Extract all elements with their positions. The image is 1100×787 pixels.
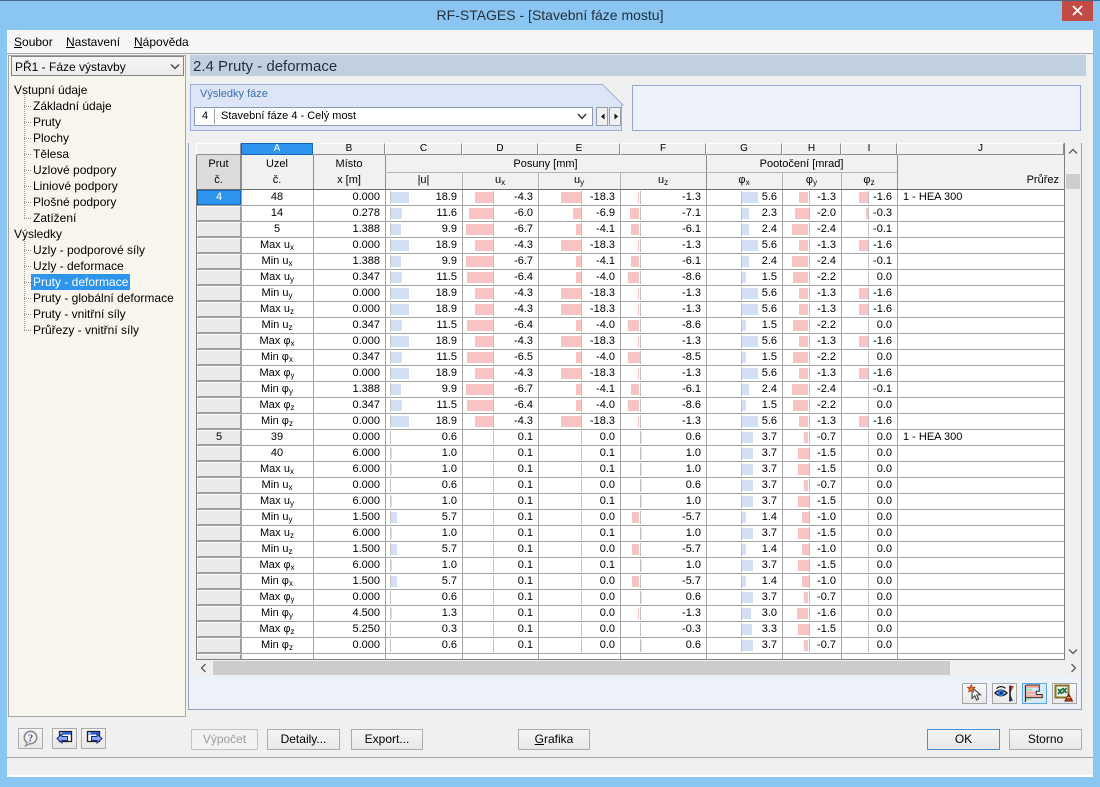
svg-text:?: ? <box>28 733 34 745</box>
